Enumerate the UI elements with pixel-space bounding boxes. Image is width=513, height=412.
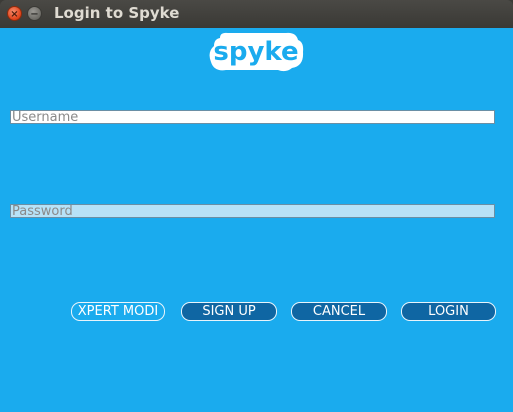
login-panel: spyke XPERT MODI SIGN UP CANCEL LOGIN <box>0 28 513 412</box>
close-icon[interactable]: × <box>7 6 22 21</box>
password-field[interactable] <box>10 204 495 218</box>
expert-mode-button[interactable]: XPERT MODI <box>71 302 165 321</box>
title-bar: × − Login to Spyke <box>0 0 513 28</box>
login-button[interactable]: LOGIN <box>401 302 496 321</box>
logo-text: spyke <box>213 37 298 67</box>
username-field[interactable] <box>10 110 495 124</box>
cancel-button[interactable]: CANCEL <box>291 302 387 321</box>
sign-up-button[interactable]: SIGN UP <box>181 302 277 321</box>
spyke-logo: spyke <box>209 32 304 72</box>
minimize-icon[interactable]: − <box>27 6 42 21</box>
login-window: × − Login to Spyke spyke XPERT MODI SIGN… <box>0 0 513 412</box>
window-title: Login to Spyke <box>54 4 180 22</box>
